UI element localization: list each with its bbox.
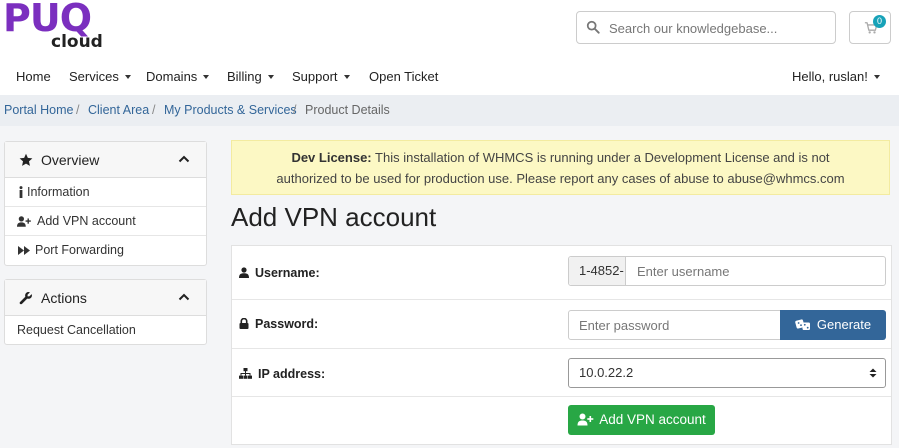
sidebar-item-request-cancellation[interactable]: Request Cancellation bbox=[5, 316, 206, 345]
sidebar-item-label: Port Forwarding bbox=[35, 243, 124, 257]
caret-down-icon bbox=[203, 75, 210, 79]
caret-down-icon bbox=[343, 75, 350, 79]
nav-domains[interactable]: Domains bbox=[146, 69, 210, 84]
breadcrumb-current: Product Details bbox=[305, 103, 390, 117]
sidebar-item-add-vpn-account[interactable]: Add VPN account bbox=[5, 207, 206, 236]
password-row: Password: Generate bbox=[232, 300, 891, 349]
user-greeting: Hello, ruslan! bbox=[792, 69, 868, 84]
alert-text-2: authorized to be used for production use… bbox=[276, 171, 845, 186]
cart-button[interactable]: 0 bbox=[849, 11, 891, 44]
nav-billing[interactable]: Billing bbox=[227, 69, 274, 84]
breadcrumb-separator: / bbox=[152, 103, 156, 117]
sidebar-item-information[interactable]: Information bbox=[5, 178, 206, 207]
breadcrumb: Portal Home / Client Area / My Products … bbox=[0, 95, 899, 126]
sidebar-item-port-forwarding[interactable]: Port Forwarding bbox=[5, 236, 206, 265]
sidebar-item-label: Information bbox=[27, 185, 90, 199]
chevron-up-icon[interactable] bbox=[178, 291, 190, 303]
add-vpn-account-button[interactable]: Add VPN account bbox=[568, 405, 715, 435]
overview-panel-header[interactable]: Overview bbox=[5, 142, 206, 178]
overview-panel-title: Overview bbox=[41, 152, 100, 168]
username-prefix: 1-4852- bbox=[569, 257, 626, 285]
ip-address-label: IP address: bbox=[239, 367, 325, 381]
username-input[interactable] bbox=[637, 257, 877, 285]
fast-forward-icon bbox=[18, 246, 30, 255]
nav-support-label: Support bbox=[292, 69, 338, 84]
password-input-group bbox=[568, 310, 781, 340]
dev-license-alert: Dev License: This installation of WHMCS … bbox=[231, 140, 890, 195]
breadcrumb-separator: / bbox=[293, 103, 297, 117]
ip-address-label-text: IP address: bbox=[258, 367, 326, 381]
page-content: Overview Information Add VPN account Por… bbox=[0, 126, 899, 448]
generate-button-label: Generate bbox=[816, 317, 872, 332]
add-vpn-form: Username: 1-4852- Password: Generate IP … bbox=[231, 245, 892, 445]
password-label: Password: bbox=[239, 317, 318, 331]
logo-subtext: cloud bbox=[51, 32, 103, 52]
ip-address-select[interactable]: 10.0.22.2 bbox=[568, 358, 886, 388]
nav-domains-label: Domains bbox=[146, 69, 198, 84]
actions-panel-title: Actions bbox=[41, 290, 87, 306]
search-input[interactable] bbox=[609, 16, 829, 40]
password-input[interactable] bbox=[579, 311, 774, 339]
lock-icon bbox=[239, 318, 249, 329]
dice-icon bbox=[795, 319, 810, 330]
knowledgebase-search[interactable] bbox=[576, 11, 836, 44]
sidebar-item-label: Request Cancellation bbox=[17, 323, 136, 337]
sitemap-icon bbox=[239, 368, 252, 379]
breadcrumb-products[interactable]: My Products & Services bbox=[164, 103, 297, 117]
breadcrumb-separator: / bbox=[76, 103, 80, 117]
nav-services-label: Services bbox=[69, 69, 119, 84]
actions-panel-header[interactable]: Actions bbox=[5, 280, 206, 316]
caret-down-icon bbox=[873, 75, 880, 79]
nav-billing-label: Billing bbox=[227, 69, 262, 84]
username-label: Username: bbox=[239, 266, 320, 280]
breadcrumb-portal-home[interactable]: Portal Home bbox=[4, 103, 73, 117]
wrench-icon bbox=[19, 292, 32, 305]
user-icon bbox=[239, 267, 249, 278]
username-label-text: Username: bbox=[255, 266, 320, 280]
alert-strong: Dev License: bbox=[291, 150, 372, 165]
nav-services[interactable]: Services bbox=[69, 69, 131, 84]
sidebar-item-label: Add VPN account bbox=[37, 214, 136, 228]
username-row: Username: 1-4852- bbox=[232, 246, 891, 300]
username-input-group: 1-4852- bbox=[568, 256, 886, 286]
alert-line-1: Dev License: This installation of WHMCS … bbox=[232, 147, 889, 168]
star-icon bbox=[19, 153, 33, 166]
breadcrumb-client-area[interactable]: Client Area bbox=[88, 103, 149, 117]
user-menu[interactable]: Hello, ruslan! bbox=[792, 69, 880, 84]
sidebar-overview-panel: Overview Information Add VPN account Por… bbox=[4, 141, 207, 266]
caret-down-icon bbox=[124, 75, 131, 79]
password-label-text: Password: bbox=[255, 317, 319, 331]
main-navigation: Home Services Domains Billing Support Op… bbox=[0, 62, 899, 94]
add-vpn-button-label: Add VPN account bbox=[599, 412, 706, 427]
chevron-up-icon[interactable] bbox=[178, 153, 190, 165]
nav-support[interactable]: Support bbox=[292, 69, 350, 84]
ip-address-row: IP address: 10.0.22.2 bbox=[232, 349, 891, 397]
search-icon bbox=[586, 20, 600, 34]
page-title: Add VPN account bbox=[231, 202, 437, 232]
select-arrows-icon bbox=[869, 368, 877, 378]
caret-down-icon bbox=[267, 75, 274, 79]
user-plus-icon bbox=[17, 216, 31, 227]
ip-address-selected: 10.0.22.2 bbox=[579, 365, 634, 380]
cart-count-badge: 0 bbox=[873, 15, 886, 28]
sidebar-actions-panel: Actions Request Cancellation bbox=[4, 279, 207, 345]
submit-row: Add VPN account bbox=[232, 397, 891, 444]
user-plus-icon bbox=[577, 413, 594, 426]
nav-open-ticket[interactable]: Open Ticket bbox=[369, 69, 438, 84]
site-header: PUQ cloud 0 bbox=[0, 0, 899, 58]
generate-password-button[interactable]: Generate bbox=[780, 310, 886, 340]
alert-text-1: This installation of WHMCS is running un… bbox=[375, 150, 830, 165]
nav-home[interactable]: Home bbox=[16, 69, 51, 84]
puq-cloud-logo[interactable]: PUQ cloud bbox=[3, 0, 113, 54]
